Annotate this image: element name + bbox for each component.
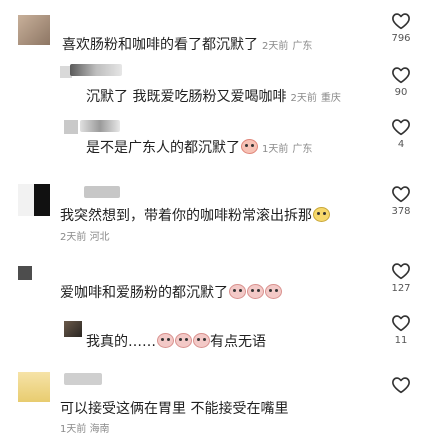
username[interactable] bbox=[80, 120, 120, 132]
surprised-emoji-icon bbox=[313, 207, 330, 222]
comment-text: 沉默了 我既爱吃肠粉又爱喝咖啡 2天前 重庆 bbox=[86, 88, 341, 108]
comment-body: 喜欢肠粉和咖啡的看了都沉默了 bbox=[62, 37, 258, 53]
avatar[interactable] bbox=[18, 372, 50, 402]
username[interactable] bbox=[70, 64, 122, 76]
comment-time: 1天前 bbox=[60, 424, 87, 435]
heart-outline-icon bbox=[392, 186, 410, 203]
comment-meta: 1天前 海南 bbox=[60, 420, 110, 435]
pig-face-emoji-icon bbox=[157, 333, 174, 348]
like-button[interactable] bbox=[383, 376, 419, 394]
like-count: 11 bbox=[394, 335, 408, 346]
comment-text: 是不是广东人的都沉默了 1天前 广东 bbox=[86, 139, 312, 159]
pig-face-emoji-icon bbox=[175, 333, 192, 348]
comment-text: 我突然想到，带着你的咖啡粉常滚出拆那 bbox=[60, 207, 330, 225]
heart-outline-icon bbox=[392, 13, 410, 30]
comment-body-tail: 有点无语 bbox=[210, 334, 266, 350]
comment-body: 可以接受这俩在胃里 不能接受在嘴里 bbox=[60, 401, 289, 417]
comment-text: 可以接受这俩在胃里 不能接受在嘴里 bbox=[60, 400, 288, 418]
heart-outline-icon bbox=[392, 119, 410, 136]
avatar[interactable] bbox=[64, 120, 78, 134]
avatar[interactable] bbox=[64, 321, 82, 337]
like-button[interactable]: 4 bbox=[383, 118, 419, 150]
avatar[interactable] bbox=[18, 184, 50, 216]
comment-body: 爱咖啡和爱肠粉的都沉默了 bbox=[60, 285, 228, 301]
comment-time: 2天前 bbox=[262, 41, 289, 52]
avatar[interactable] bbox=[18, 15, 50, 45]
like-button[interactable]: 90 bbox=[383, 66, 419, 98]
username[interactable] bbox=[64, 373, 102, 385]
heart-outline-icon bbox=[392, 67, 410, 84]
comment-text: 爱咖啡和爱肠粉的都沉默了 bbox=[60, 284, 282, 302]
comment-time: 2天前 bbox=[290, 93, 317, 104]
comment-location: 海南 bbox=[89, 424, 110, 435]
username[interactable] bbox=[84, 186, 120, 198]
comment-time: 1天前 bbox=[262, 144, 289, 155]
avatar[interactable] bbox=[18, 266, 32, 280]
comment-text: 喜欢肠粉和咖啡的看了都沉默了 2天前 广东 bbox=[62, 36, 312, 56]
heart-outline-icon bbox=[392, 263, 410, 280]
like-count: 90 bbox=[394, 87, 408, 98]
comment-location: 重庆 bbox=[320, 93, 341, 104]
like-button[interactable]: 378 bbox=[383, 185, 419, 217]
comment-text: 我真的…… 有点无语 bbox=[86, 333, 266, 351]
comment-body: 沉默了 我既爱吃肠粉又爱喝咖啡 bbox=[86, 89, 287, 105]
comment-location: 广东 bbox=[292, 41, 313, 52]
like-button[interactable]: 127 bbox=[383, 262, 419, 294]
like-button[interactable]: 11 bbox=[383, 314, 419, 346]
like-count: 378 bbox=[391, 206, 411, 217]
like-count: 4 bbox=[397, 139, 405, 150]
pig-face-emoji-icon bbox=[265, 284, 282, 299]
heart-outline-icon bbox=[392, 377, 410, 394]
comment-body: 是不是广东人的都沉默了 bbox=[86, 140, 240, 156]
like-count: 127 bbox=[391, 283, 411, 294]
pig-face-emoji-icon bbox=[247, 284, 264, 299]
pig-face-emoji-icon bbox=[193, 333, 210, 348]
comment-location: 广东 bbox=[292, 144, 313, 155]
comment-time: 2天前 bbox=[60, 232, 87, 243]
heart-outline-icon bbox=[392, 315, 410, 332]
like-button[interactable]: 796 bbox=[383, 12, 419, 44]
comment-location: 河北 bbox=[89, 232, 110, 243]
comment-body: 我真的…… bbox=[86, 334, 156, 350]
comment-body: 我突然想到，带着你的咖啡粉常滚出拆那 bbox=[60, 208, 312, 224]
peach-emoji-icon bbox=[241, 139, 258, 154]
comment-meta: 2天前 河北 bbox=[60, 228, 110, 243]
like-count: 796 bbox=[391, 33, 411, 44]
pig-face-emoji-icon bbox=[229, 284, 246, 299]
